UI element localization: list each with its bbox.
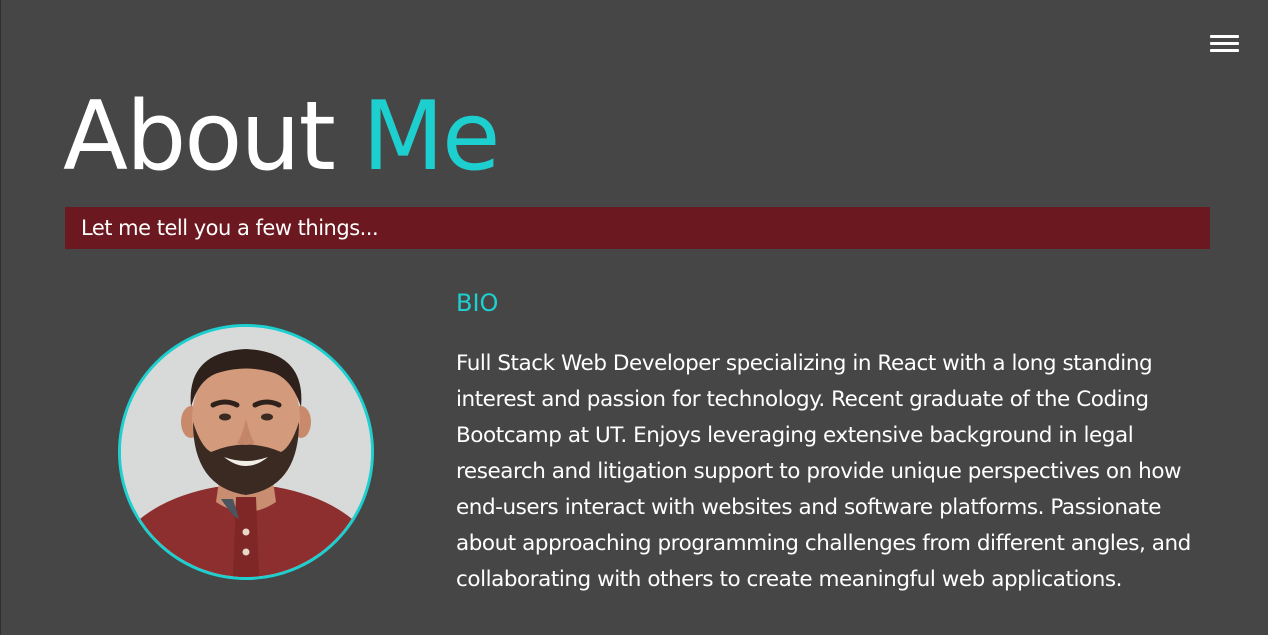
hamburger-menu-icon[interactable] bbox=[1210, 33, 1240, 55]
bio-heading: BIO bbox=[456, 289, 499, 317]
menu-bar-middle bbox=[1210, 42, 1239, 45]
page-title-part2: Me bbox=[362, 82, 500, 192]
menu-bar-bottom bbox=[1210, 49, 1239, 52]
tagline-banner: Let me tell you a few things... bbox=[65, 207, 1210, 249]
profile-photo bbox=[121, 327, 371, 577]
avatar bbox=[118, 324, 374, 580]
menu-bar-top bbox=[1210, 35, 1239, 38]
bio-text: Full Stack Web Developer specializing in… bbox=[456, 351, 1191, 592]
page-title-part1: About bbox=[63, 82, 336, 192]
tagline-text: Let me tell you a few things... bbox=[81, 216, 379, 240]
page-title: About Me bbox=[63, 82, 501, 192]
